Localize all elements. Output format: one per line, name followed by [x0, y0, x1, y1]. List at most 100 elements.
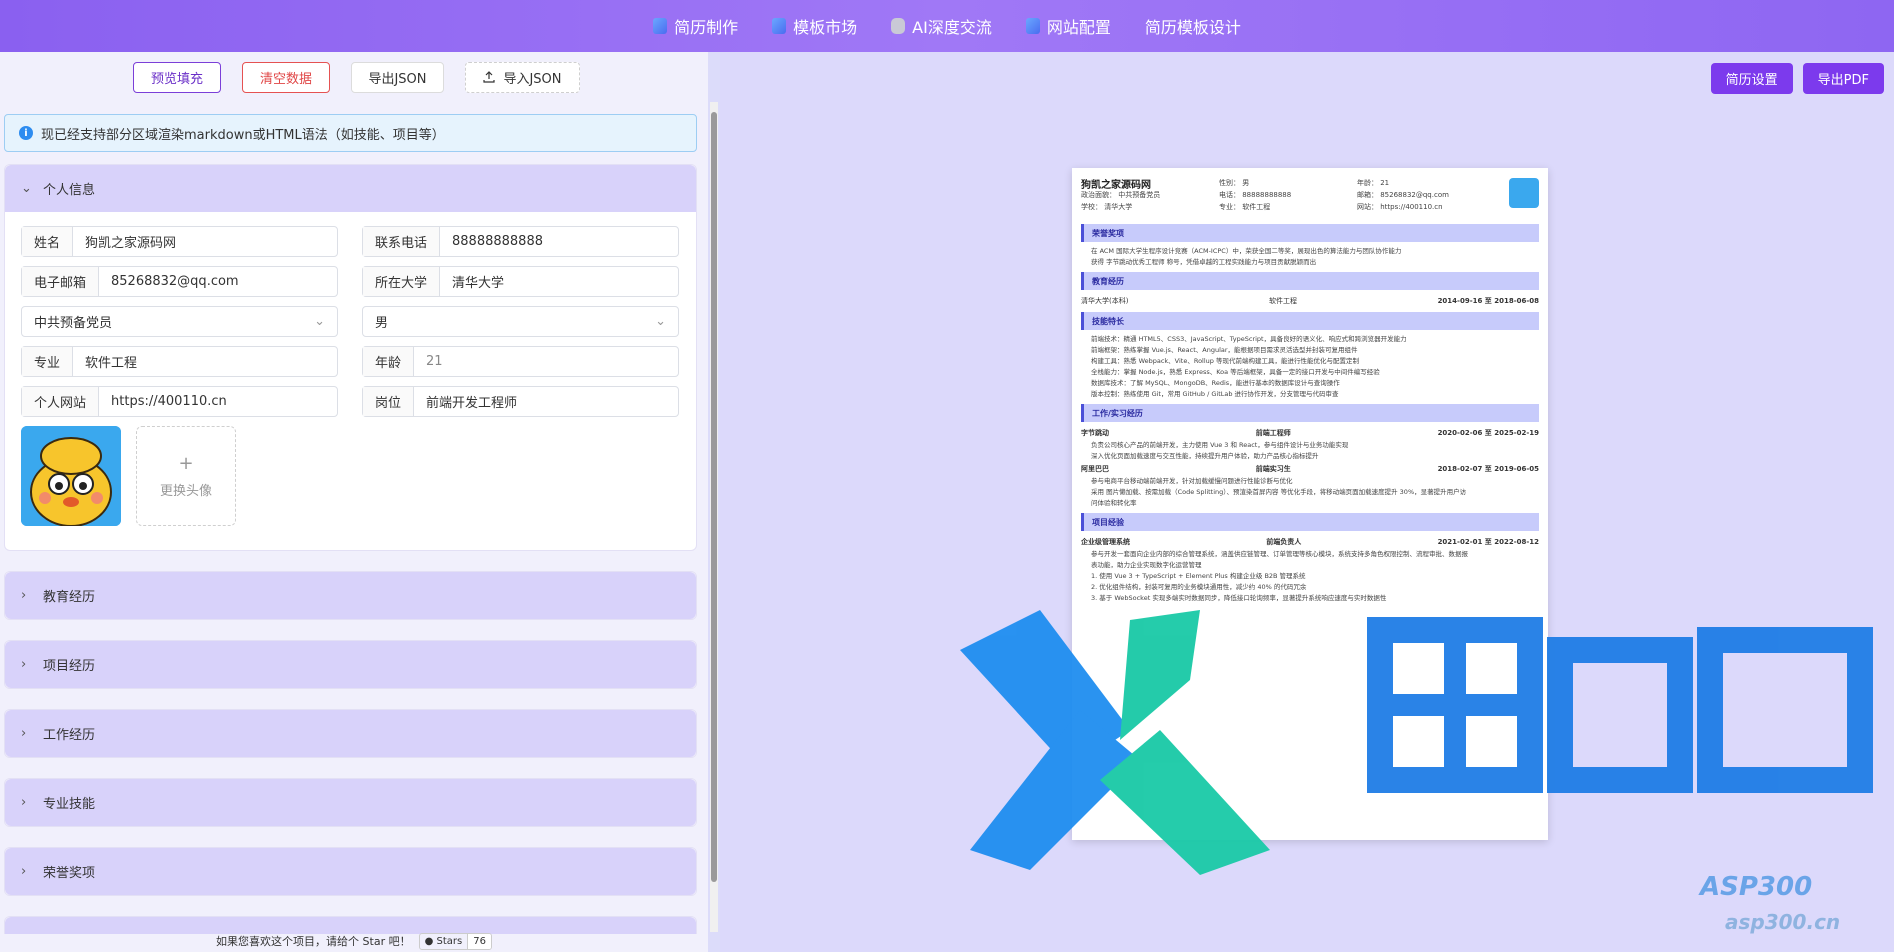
skills-header[interactable]: › 专业技能 — [5, 779, 696, 826]
panel-title: 工作经历 — [43, 728, 96, 743]
avatar — [21, 426, 121, 526]
work-header[interactable]: › 工作经历 — [5, 710, 696, 757]
chevron-right-icon: › — [21, 657, 27, 672]
resume-school: 学校： 清华大学 — [1081, 203, 1133, 211]
form-scroll-area: ⌄ 个人信息 姓名 狗凯之家源码网 联系电话 88888888888 电子邮箱 852… — [4, 164, 697, 934]
age-field[interactable]: 年龄 21 — [362, 346, 679, 377]
major-label: 专业 — [22, 347, 74, 376]
cartoon-avatar-image — [21, 426, 121, 526]
markdown-support-alert: i 现已经支持部分区域渲染markdown或HTML语法（如技能、项目等） — [4, 114, 697, 152]
phone-field[interactable]: 联系电话 88888888888 — [362, 226, 679, 257]
editor-scrollbar[interactable] — [710, 102, 718, 932]
change-avatar-button[interactable]: + 更换头像 — [136, 426, 236, 526]
project-line: 参与开发一套面向企业内部的综合管理系统，涵盖供应链管理、订单管理等核心模块，系统… — [1091, 550, 1468, 558]
skill-line: 构建工具：熟悉 Webpack、Vite、Rollup 等现代前端构建工具，能进… — [1091, 357, 1359, 365]
email-field[interactable]: 电子邮箱 85268832@qq.com — [21, 266, 338, 297]
import-json-button[interactable]: 导入JSON — [465, 61, 580, 93]
resume-section-skills: 技能特长 — [1081, 312, 1539, 330]
resume-gender: 性别： 男 — [1219, 179, 1250, 187]
personal-info-header[interactable]: ⌄ 个人信息 — [5, 165, 696, 212]
upload-icon — [483, 71, 496, 83]
star-footer: 如果您喜欢这个项目，请给个 Star 吧！ ● Stars 76 — [0, 930, 708, 952]
work-role: 前端工程师 — [1255, 429, 1291, 437]
export-json-button[interactable]: 导出JSON — [351, 61, 444, 93]
skill-line: 数据库技术：了解 MySQL、MongoDB、Redis，能进行基本的数据库设计… — [1091, 379, 1340, 387]
nav-resume-make[interactable]: 简历制作 — [653, 14, 738, 38]
nav-label: 简历制作 — [674, 18, 739, 37]
politics-select[interactable]: 中共预备党员 ⌄ — [21, 306, 338, 337]
politics-value: 中共预备党员 — [34, 316, 113, 331]
major-field[interactable]: 专业 软件工程 — [21, 346, 338, 377]
phone-label: 联系电话 — [363, 227, 441, 256]
work-panel: › 工作经历 — [4, 709, 697, 758]
nav-site-config[interactable]: 网站配置 — [1025, 14, 1111, 38]
panel-title: 专业技能 — [43, 797, 96, 812]
honors-header[interactable]: › 荣誉奖项 — [5, 848, 696, 895]
scrollbar-thumb[interactable] — [711, 112, 717, 882]
nav-template-design[interactable]: 简历模板设计 — [1145, 14, 1241, 38]
school-label: 所在大学 — [363, 267, 441, 296]
school-value: 清华大学 — [452, 276, 505, 291]
honors-panel: › 荣誉奖项 — [4, 847, 697, 896]
resume-settings-button[interactable]: 简历设置 — [1710, 63, 1793, 94]
work-line: 深入优化页面加载速度与交互性能，持续提升用户体验，助力产品核心指标提升 — [1091, 452, 1319, 460]
website-label: 个人网站 — [22, 387, 100, 416]
clear-data-button[interactable]: 清空数据 — [242, 61, 330, 93]
resume-section-honor: 荣誉奖项 — [1081, 224, 1539, 242]
panel-title: 教育经历 — [43, 590, 96, 605]
project-row: 企业级管理系统 前端负责人 2021-02-01 至 2022-08-12 — [1081, 535, 1539, 549]
website-field[interactable]: 个人网站 https://400110.cn — [21, 386, 338, 417]
asp300-watermark-logo: ASP300 — [1700, 872, 1813, 902]
grid-icon — [772, 18, 787, 34]
nav-template-market[interactable]: 模板市场 — [772, 14, 857, 38]
personal-info-form: 姓名 狗凯之家源码网 联系电话 88888888888 电子邮箱 85268832@q… — [5, 212, 696, 550]
preview-toolbar: 简历设置 导出PDF — [720, 52, 1894, 105]
name-field[interactable]: 姓名 狗凯之家源码网 — [21, 226, 338, 257]
work-company: 阿里巴巴 — [1081, 465, 1109, 473]
skill-line: 前端技术：精通 HTML5、CSS3、JavaScript、TypeScript… — [1091, 335, 1407, 343]
website-value: https://400110.cn — [111, 394, 227, 409]
project-date: 2021-02-01 至 2022-08-12 — [1437, 538, 1539, 546]
robot-icon — [891, 18, 906, 34]
github-stars-button[interactable]: ● Stars 76 — [418, 932, 492, 950]
resume-section-education: 教育经历 — [1081, 272, 1539, 290]
export-pdf-button[interactable]: 导出PDF — [1802, 63, 1884, 94]
work-date: 2018-02-07 至 2019-06-05 — [1437, 465, 1539, 473]
job-field[interactable]: 岗位 前端开发工程师 — [362, 386, 679, 417]
project-line: 2. 优化组件结构，封装可复用的业务模块通用性，减少约 40% 的代码冗余 — [1091, 583, 1307, 591]
chevron-right-icon: › — [21, 795, 27, 810]
nav-ai-chat[interactable]: AI深度交流 — [891, 14, 992, 38]
honor-line: 在 ACM 国际大学生程序设计竞赛（ACM-ICPC）中，荣获全国二等奖，展现出… — [1091, 247, 1402, 255]
resume-email: 邮箱： 85268832@qq.com — [1357, 191, 1449, 199]
work-company: 字节跳动 — [1081, 429, 1109, 437]
import-json-label: 导入JSON — [503, 71, 562, 87]
project-line: 表功能，助力企业实现数字化运营管理 — [1091, 561, 1202, 569]
info-icon: i — [19, 126, 33, 140]
work-row: 字节跳动 前端工程师 2020-02-06 至 2025-02-19 — [1081, 426, 1539, 440]
education-header[interactable]: › 教育经历 — [5, 572, 696, 619]
phone-value: 88888888888 — [452, 234, 543, 249]
project-line: 3. 基于 WebSocket 实现多端实时数据同步，降低接口轮询频率，显著提升… — [1091, 594, 1387, 602]
name-value: 狗凯之家源码网 — [85, 236, 177, 251]
age-value: 21 — [426, 354, 443, 369]
skill-line: 版本控制：熟练使用 Git，常用 GitHub / GitLab 进行协作开发，… — [1091, 390, 1339, 398]
edu-major: 软件工程 — [1269, 297, 1298, 305]
email-value: 85268832@qq.com — [111, 274, 239, 289]
chevron-right-icon: › — [21, 726, 27, 741]
change-avatar-label: 更换头像 — [159, 484, 212, 499]
preview-fill-button[interactable]: 预览填充 — [133, 61, 221, 93]
stars-count: 76 — [467, 933, 491, 949]
chevron-down-icon: ⌄ — [655, 314, 666, 329]
nav-label: 模板市场 — [793, 18, 858, 37]
resume-major: 专业： 软件工程 — [1219, 203, 1271, 211]
school-field[interactable]: 所在大学 清华大学 — [362, 266, 679, 297]
project-header[interactable]: › 项目经历 — [5, 641, 696, 688]
gender-select[interactable]: 男 ⌄ — [362, 306, 679, 337]
top-nav: 简历制作 模板市场 AI深度交流 网站配置 简历模板设计 — [0, 0, 1894, 52]
work-date: 2020-02-06 至 2025-02-19 — [1437, 429, 1539, 437]
education-row: 清华大学(本科) 软件工程 2014-09-16 至 2018-06-08 — [1081, 294, 1539, 308]
resume-avatar — [1509, 178, 1539, 208]
gender-value: 男 — [375, 316, 389, 331]
project-line: 1. 使用 Vue 3 + TypeScript + Element Plus … — [1091, 572, 1306, 580]
resume-phone: 电话： 88888888888 — [1219, 191, 1292, 199]
